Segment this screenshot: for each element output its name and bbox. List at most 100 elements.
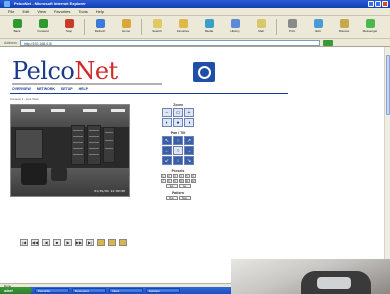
preset-button[interactable]: 11	[184, 179, 190, 183]
folder-icon[interactable]	[119, 239, 127, 246]
preset-button[interactable]: 1	[160, 174, 166, 178]
back-arrow-icon	[12, 19, 22, 28]
print-icon	[287, 19, 297, 28]
step-back-icon[interactable]: ◀	[42, 239, 50, 246]
focus-near-icon[interactable]: ◐	[162, 118, 172, 127]
presets-row-1: 1 2 3 4 5 6	[160, 174, 196, 178]
menu-tools[interactable]: Tools	[78, 8, 87, 15]
preset-button[interactable]: 7	[160, 179, 166, 183]
pan-down-left-icon[interactable]: ↙	[162, 156, 172, 165]
desk-cabinet	[15, 129, 43, 159]
skip-end-icon[interactable]: ▶|	[86, 239, 94, 246]
preset-button[interactable]: 3	[172, 174, 178, 178]
pan-down-icon[interactable]: ↓	[173, 156, 183, 165]
stop-icon[interactable]: ■	[53, 239, 61, 246]
office-chair	[51, 167, 67, 181]
focus-auto-icon[interactable]: ●	[173, 118, 183, 127]
preset-button[interactable]: 9	[172, 179, 178, 183]
nav-setup[interactable]: SETUP	[61, 87, 73, 91]
toolbar-button-print[interactable]: Print	[281, 17, 303, 37]
maximize-button[interactable]	[375, 1, 381, 7]
toolbar-button-label: Mail	[258, 29, 264, 33]
record-icon[interactable]	[108, 239, 116, 246]
toolbar-button-forward[interactable]: Forward	[32, 17, 54, 37]
preset-button[interactable]: 5	[184, 174, 190, 178]
skip-start-icon[interactable]: |◀	[20, 239, 28, 246]
nav-help[interactable]: HELP	[79, 87, 88, 91]
refresh-icon	[95, 19, 105, 28]
toolbar-button-label: Stop	[65, 29, 73, 33]
focus-far-icon[interactable]: ◑	[184, 118, 194, 127]
toolbar-button-refresh[interactable]: Refresh	[89, 17, 111, 37]
pan-down-right-icon[interactable]: ↘	[184, 156, 194, 165]
preset-button[interactable]: 10	[178, 179, 184, 183]
taskbar-item[interactable]: PelcoNet	[35, 288, 69, 293]
media-icon	[204, 19, 214, 28]
pan-right-icon[interactable]: →	[184, 146, 194, 155]
preset-button[interactable]: 6	[190, 174, 196, 178]
zoom-in-icon[interactable]: +	[184, 108, 194, 117]
preset-go-button[interactable]: Go	[178, 184, 191, 188]
preset-button[interactable]: 4	[178, 174, 184, 178]
pattern-run-button[interactable]: Run	[165, 196, 178, 200]
toolbar-button-mail[interactable]: Mail	[250, 17, 272, 37]
zoom-out-icon[interactable]: −	[162, 108, 172, 117]
taskbar-item[interactable]: Explorer	[146, 288, 180, 293]
snapshot-icon[interactable]	[97, 239, 105, 246]
pan-up-icon[interactable]: ↑	[173, 136, 183, 145]
fast-forward-icon[interactable]: ▶▶	[75, 239, 83, 246]
pattern-row: Run Stop	[160, 196, 196, 200]
taskbar-item[interactable]: Document	[72, 288, 106, 293]
rewind-icon[interactable]: ◀◀	[31, 239, 39, 246]
vertical-scrollbar[interactable]	[384, 47, 390, 283]
nav-overview[interactable]: OVERVIEW	[12, 87, 31, 91]
taskbar-item[interactable]: Inbox	[109, 288, 143, 293]
office-chair	[21, 163, 47, 185]
toolbar-button-messenger[interactable]: Messenger	[359, 17, 381, 37]
toolbar-button-favorites[interactable]: Favorites	[172, 17, 194, 37]
toolbar-button-history[interactable]: History	[224, 17, 246, 37]
pan-up-left-icon[interactable]: ↖	[162, 136, 172, 145]
toolbar-button-edit[interactable]: Edit	[307, 17, 329, 37]
history-icon	[230, 19, 240, 28]
menu-help[interactable]: Help	[96, 8, 104, 15]
toolbar-button-discuss[interactable]: Discuss	[333, 17, 355, 37]
menu-view[interactable]: View	[37, 8, 46, 15]
menu-edit[interactable]: Edit	[22, 8, 29, 15]
menu-file[interactable]: File	[8, 8, 14, 15]
toolbar-button-search[interactable]: Search	[146, 17, 168, 37]
pan-left-icon[interactable]: ←	[162, 146, 172, 155]
toolbar-button-back[interactable]: Back	[6, 17, 28, 37]
logo-pelco: Pelco	[12, 57, 75, 85]
toolbar-button-label: Edit	[315, 29, 321, 33]
window-title: PelcoNet - Microsoft Internet Explorer	[14, 1, 86, 6]
start-button[interactable]: start	[0, 287, 32, 294]
ptz-control-panel: Zoom − ▭ + ◐ ● ◑ Pan / Tilt ↖ ↑ ↗ ← ○ → …	[160, 103, 196, 201]
pan-up-right-icon[interactable]: ↗	[184, 136, 194, 145]
forward-arrow-icon	[38, 19, 48, 28]
home-icon	[121, 19, 131, 28]
go-button[interactable]	[322, 39, 333, 46]
toolbar-button-stop[interactable]: Stop	[58, 17, 80, 37]
camera-video-feed[interactable]: 01/01/04 12:00:00	[10, 104, 130, 197]
preset-button[interactable]: 2	[166, 174, 172, 178]
toolbar-button-home[interactable]: Home	[115, 17, 137, 37]
nav-network[interactable]: NETWORK	[37, 87, 55, 91]
close-button[interactable]	[382, 1, 388, 7]
toolbar-button-label: Forward	[37, 29, 49, 33]
preset-set-button[interactable]: Set	[165, 184, 178, 188]
play-icon[interactable]: ▶	[64, 239, 72, 246]
messenger-icon	[365, 19, 375, 28]
scrollbar-thumb[interactable]	[386, 55, 390, 115]
toolbar-button-media[interactable]: Media	[198, 17, 220, 37]
pan-home-icon[interactable]: ○	[173, 146, 183, 155]
pelconet-logo: PelcoNet	[12, 57, 118, 85]
address-input[interactable]: http://192.168.0.5/	[19, 39, 320, 46]
minimize-button[interactable]	[368, 1, 374, 7]
zoom-wide-icon[interactable]: ▭	[173, 108, 183, 117]
toolbar-button-label: Messenger	[362, 29, 378, 33]
pattern-stop-button[interactable]: Stop	[178, 196, 191, 200]
menu-favorites[interactable]: Favorites	[54, 8, 70, 15]
preset-button[interactable]: 8	[166, 179, 172, 183]
preset-button[interactable]: 12	[190, 179, 196, 183]
